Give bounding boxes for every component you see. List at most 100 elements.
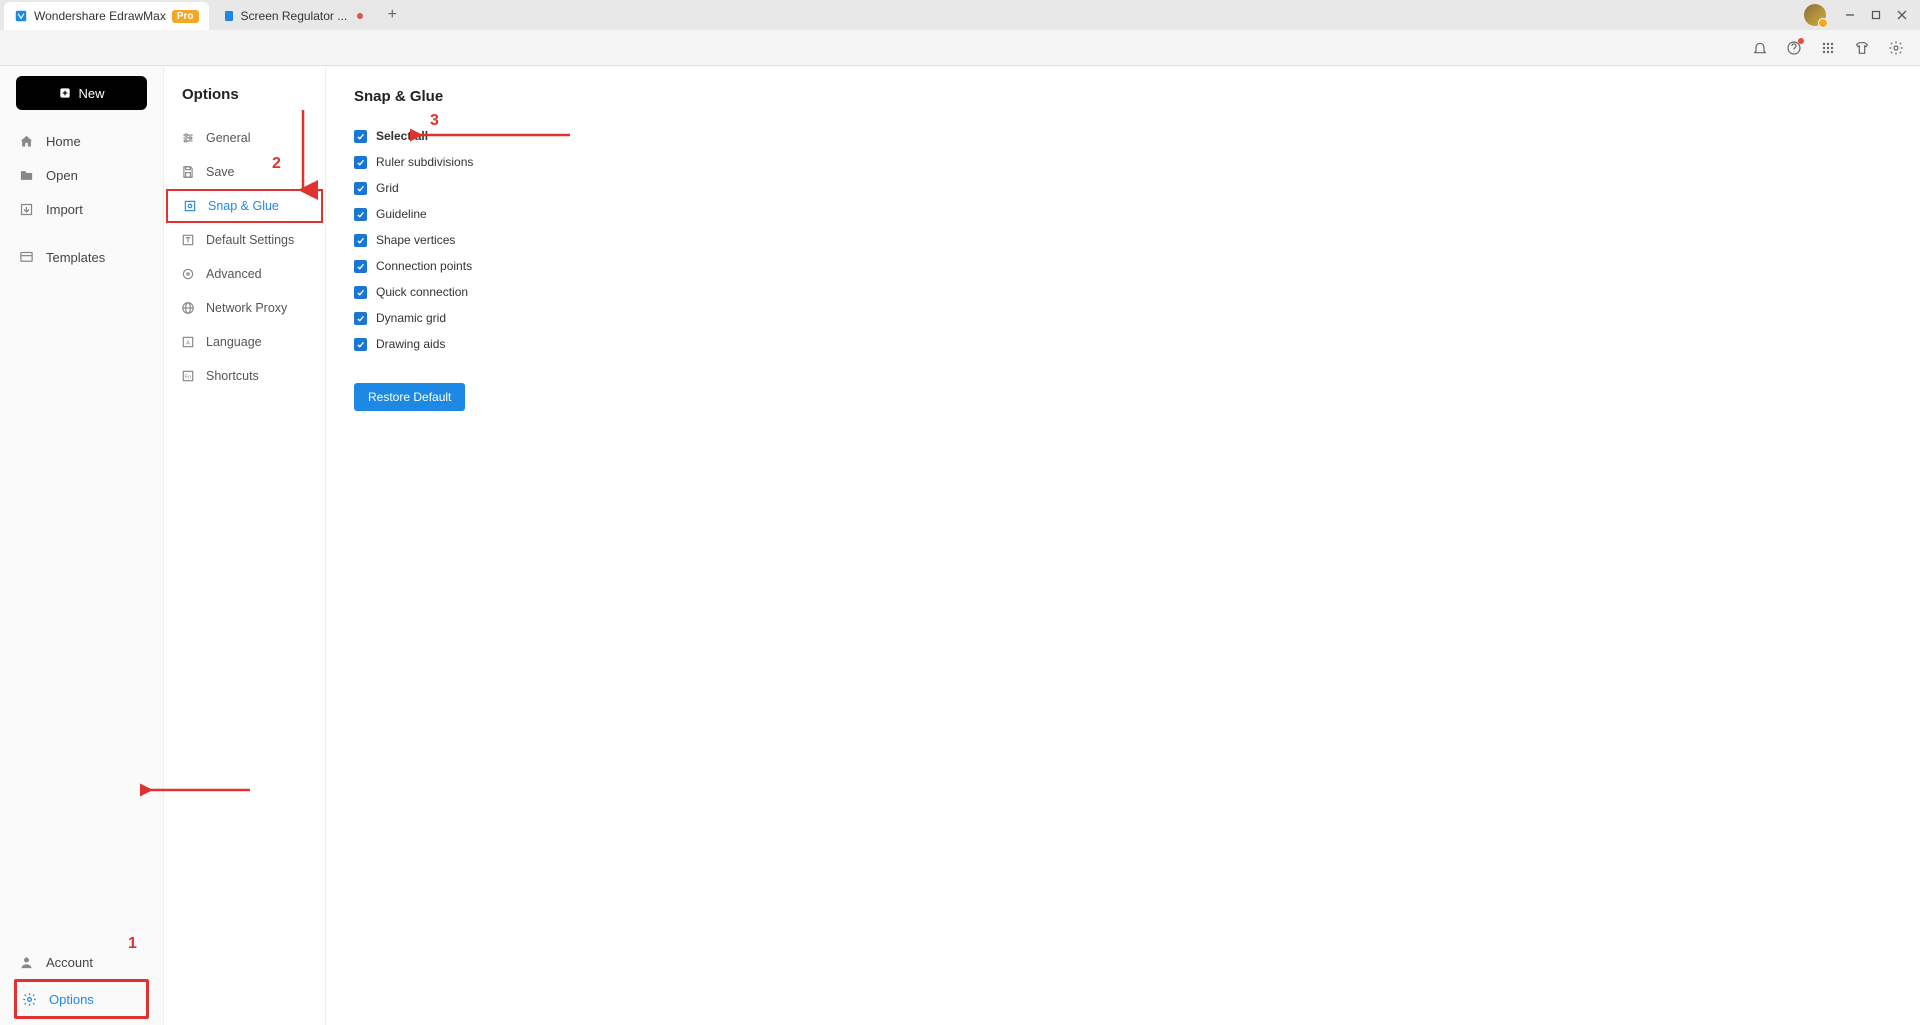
bell-icon[interactable] bbox=[1748, 36, 1772, 60]
options-title: Options bbox=[164, 86, 325, 121]
plus-icon bbox=[58, 86, 72, 100]
checkbox[interactable] bbox=[354, 338, 367, 351]
checkbox[interactable] bbox=[354, 286, 367, 299]
snap-icon bbox=[182, 198, 198, 214]
opt-label: Snap & Glue bbox=[208, 199, 279, 213]
option-shortcuts[interactable]: Fn Shortcuts bbox=[164, 359, 325, 393]
add-tab-button[interactable]: + bbox=[379, 2, 405, 28]
check-label: Quick connection bbox=[376, 285, 468, 299]
sliders-icon bbox=[180, 130, 196, 146]
check-label: Guideline bbox=[376, 207, 427, 221]
avatar[interactable] bbox=[1804, 4, 1826, 26]
content-title: Snap & Glue bbox=[354, 88, 1892, 105]
svg-text:A: A bbox=[186, 340, 190, 346]
check-shape-vertices: Shape vertices bbox=[354, 233, 1892, 247]
check-label: Connection points bbox=[376, 259, 472, 273]
text-icon bbox=[180, 232, 196, 248]
new-button[interactable]: New bbox=[16, 76, 147, 110]
top-icon-bar bbox=[0, 30, 1920, 66]
option-save[interactable]: Save bbox=[164, 155, 325, 189]
globe-icon bbox=[180, 300, 196, 316]
check-connection-points: Connection points bbox=[354, 259, 1892, 273]
save-icon bbox=[180, 164, 196, 180]
new-button-label: New bbox=[78, 86, 104, 101]
advanced-icon bbox=[180, 266, 196, 282]
option-snap-glue[interactable]: Snap & Glue bbox=[166, 189, 323, 223]
sidebar-item-import[interactable]: Import bbox=[0, 192, 163, 226]
sidebar-item-templates[interactable]: Templates bbox=[0, 240, 163, 274]
check-drawing-aids: Drawing aids bbox=[354, 337, 1892, 351]
checkbox[interactable] bbox=[354, 130, 367, 143]
options-highlight: Options bbox=[14, 979, 149, 1019]
folder-icon bbox=[18, 167, 34, 183]
maximize-button[interactable] bbox=[1864, 3, 1888, 27]
content-panel: Snap & Glue Select all Ruler subdivision… bbox=[326, 66, 1920, 1025]
import-icon bbox=[18, 201, 34, 217]
sidebar-item-label: Account bbox=[46, 955, 93, 970]
close-button[interactable] bbox=[1890, 3, 1914, 27]
sidebar-item-label: Home bbox=[46, 134, 81, 149]
option-advanced[interactable]: Advanced bbox=[164, 257, 325, 291]
pro-badge: Pro bbox=[172, 10, 199, 23]
gear-icon bbox=[21, 991, 37, 1007]
check-grid: Grid bbox=[354, 181, 1892, 195]
sidebar-item-label: Import bbox=[46, 202, 83, 217]
main: New Home Open Import Templates 1 Account bbox=[0, 66, 1920, 1025]
restore-default-button[interactable]: Restore Default bbox=[354, 383, 465, 411]
language-icon: A bbox=[180, 334, 196, 350]
opt-label: Shortcuts bbox=[206, 369, 259, 383]
tab-main[interactable]: Wondershare EdrawMax Pro bbox=[4, 2, 209, 30]
sidebar-item-label: Templates bbox=[46, 250, 105, 265]
app-icon bbox=[14, 9, 28, 23]
checkbox[interactable] bbox=[354, 312, 367, 325]
check-guideline: Guideline bbox=[354, 207, 1892, 221]
options-column: Options General Save Snap & Glue Default… bbox=[164, 66, 326, 1025]
sidebar-item-label: Options bbox=[49, 992, 94, 1007]
check-ruler-subdivisions: Ruler subdivisions bbox=[354, 155, 1892, 169]
check-label: Drawing aids bbox=[376, 337, 445, 351]
titlebar: Wondershare EdrawMax Pro Screen Regulato… bbox=[0, 0, 1920, 30]
check-select-all: Select all bbox=[354, 129, 1892, 143]
shirt-icon[interactable] bbox=[1850, 36, 1874, 60]
check-label: Select all bbox=[376, 129, 428, 143]
checkbox[interactable] bbox=[354, 156, 367, 169]
sidebar-item-home[interactable]: Home bbox=[0, 124, 163, 158]
tab-second[interactable]: Screen Regulator ... bbox=[213, 2, 374, 30]
option-general[interactable]: General bbox=[164, 121, 325, 155]
opt-label: Network Proxy bbox=[206, 301, 287, 315]
sidebar-item-options[interactable]: Options bbox=[21, 988, 142, 1010]
option-network-proxy[interactable]: Network Proxy bbox=[164, 291, 325, 325]
sidebar-item-open[interactable]: Open bbox=[0, 158, 163, 192]
opt-label: Advanced bbox=[206, 267, 262, 281]
option-default-settings[interactable]: Default Settings bbox=[164, 223, 325, 257]
opt-label: Language bbox=[206, 335, 262, 349]
opt-label: Save bbox=[206, 165, 235, 179]
checkbox[interactable] bbox=[354, 260, 367, 273]
checkbox[interactable] bbox=[354, 234, 367, 247]
checkbox[interactable] bbox=[354, 182, 367, 195]
check-label: Shape vertices bbox=[376, 233, 455, 247]
opt-label: Default Settings bbox=[206, 233, 294, 247]
check-label: Grid bbox=[376, 181, 399, 195]
tab-main-label: Wondershare EdrawMax bbox=[34, 9, 166, 23]
templates-icon bbox=[18, 249, 34, 265]
option-language[interactable]: A Language bbox=[164, 325, 325, 359]
check-quick-connection: Quick connection bbox=[354, 285, 1892, 299]
sidebar-item-account[interactable]: Account bbox=[0, 945, 163, 979]
help-icon[interactable] bbox=[1782, 36, 1806, 60]
sidebar-left: New Home Open Import Templates 1 Account bbox=[0, 66, 164, 1025]
window-controls bbox=[1804, 0, 1914, 30]
check-label: Dynamic grid bbox=[376, 311, 446, 325]
tab-second-label: Screen Regulator ... bbox=[241, 9, 348, 23]
apps-icon[interactable] bbox=[1816, 36, 1840, 60]
unsaved-dot-icon bbox=[357, 13, 363, 19]
minimize-button[interactable] bbox=[1838, 3, 1862, 27]
check-label: Ruler subdivisions bbox=[376, 155, 473, 169]
home-icon bbox=[18, 133, 34, 149]
check-dynamic-grid: Dynamic grid bbox=[354, 311, 1892, 325]
sidebar-item-label: Open bbox=[46, 168, 78, 183]
file-icon bbox=[223, 10, 235, 22]
gear-icon[interactable] bbox=[1884, 36, 1908, 60]
keyboard-icon: Fn bbox=[180, 368, 196, 384]
checkbox[interactable] bbox=[354, 208, 367, 221]
